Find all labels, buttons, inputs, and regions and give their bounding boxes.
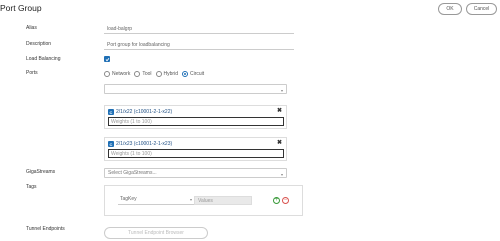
port-item-header: C 2/1/x23 (c10001-2-1-x23) bbox=[108, 141, 172, 147]
tag-key-placeholder: TagKey bbox=[120, 196, 137, 202]
alias-label: Alias bbox=[26, 25, 37, 31]
alias-input[interactable]: load-balgrp bbox=[104, 24, 294, 34]
ports-select[interactable]: ▾ bbox=[104, 84, 287, 94]
description-input[interactable]: Port group for loadbalancing bbox=[104, 40, 294, 50]
radio-circuit[interactable]: Circuit bbox=[181, 70, 205, 77]
radio-network-label: Network bbox=[112, 70, 131, 77]
radio-hybrid-label: Hybrid bbox=[163, 70, 178, 77]
page-title: Port Group bbox=[0, 3, 42, 13]
circuit-badge-icon: C bbox=[108, 141, 114, 147]
remove-tag-icon[interactable]: − bbox=[282, 197, 289, 204]
radio-tool-label: Tool bbox=[142, 70, 152, 77]
tag-values-input[interactable]: Values bbox=[194, 196, 252, 205]
radio-circuit-label: Circuit bbox=[189, 70, 205, 77]
remove-port-icon[interactable]: ✖ bbox=[277, 107, 282, 114]
port-item: C 2/1/x22 (c10001-2-1-x22) ✖ Weights (1 … bbox=[104, 105, 287, 129]
port-item: C 2/1/x23 (c10001-2-1-x23) ✖ Weights (1 … bbox=[104, 137, 287, 161]
chevron-down-icon: ▾ bbox=[189, 197, 192, 202]
cancel-button[interactable]: Cancel bbox=[466, 3, 497, 15]
add-tag-icon[interactable]: + bbox=[273, 197, 280, 204]
radio-circuit-circle bbox=[181, 70, 188, 77]
ports-label: Ports bbox=[26, 70, 38, 76]
port-type-radio-group: Network Tool Hybrid Circuit bbox=[104, 69, 208, 78]
tags-label: Tags bbox=[26, 184, 37, 190]
weights-input[interactable]: Weights (1 to 100) bbox=[108, 149, 284, 158]
radio-tool-circle bbox=[134, 70, 141, 77]
weights-input[interactable]: Weights (1 to 100) bbox=[108, 117, 284, 126]
ok-button[interactable]: OK bbox=[438, 3, 462, 15]
tunnel-endpoint-browser-button[interactable]: Tunnel Endpoint Browser bbox=[104, 227, 208, 239]
port-item-name: 2/1/x22 (c10001-2-1-x22) bbox=[116, 109, 173, 115]
port-item-name: 2/1/x23 (c10001-2-1-x23) bbox=[116, 141, 173, 147]
chevron-down-icon: ▾ bbox=[280, 172, 283, 177]
load-balancing-label: Load Balancing bbox=[26, 56, 61, 62]
radio-network[interactable]: Network bbox=[104, 70, 131, 77]
gigastreams-placeholder: Select GigaStreams... bbox=[108, 170, 157, 176]
tunnel-endpoints-label: Tunnel Endpoints bbox=[26, 226, 65, 232]
radio-tool[interactable]: Tool bbox=[134, 70, 152, 77]
load-balancing-checkbox[interactable] bbox=[104, 56, 110, 62]
description-label: Description bbox=[26, 41, 52, 47]
remove-port-icon[interactable]: ✖ bbox=[277, 139, 282, 146]
radio-network-circle bbox=[104, 70, 110, 77]
checkmark-icon bbox=[105, 57, 109, 61]
gigastreams-select[interactable]: Select GigaStreams... ▾ bbox=[104, 168, 287, 178]
gigastreams-label: GigaStreams bbox=[26, 169, 56, 175]
tag-key-select[interactable]: TagKey ▾ bbox=[118, 196, 194, 205]
circuit-badge-icon: C bbox=[108, 109, 114, 115]
tags-panel: TagKey ▾ Values + − bbox=[104, 185, 303, 216]
port-item-header: C 2/1/x22 (c10001-2-1-x22) bbox=[108, 109, 172, 115]
radio-hybrid[interactable]: Hybrid bbox=[155, 70, 178, 77]
radio-hybrid-circle bbox=[155, 70, 162, 77]
chevron-down-icon: ▾ bbox=[280, 88, 283, 93]
